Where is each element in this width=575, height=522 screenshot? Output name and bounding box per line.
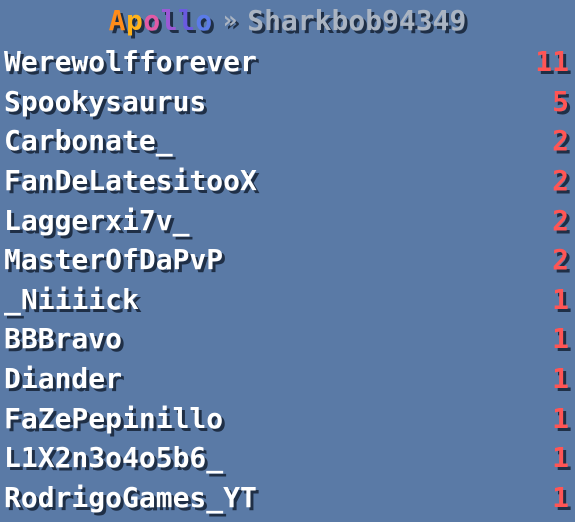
row-player-name: FanDeLatesitooX [4,164,257,198]
row-score: 1 [552,282,569,316]
scoreboard-row: _Niiiick 1 [0,280,575,320]
scoreboard-row: FanDeLatesitooX 2 [0,161,575,201]
row-player-name: BBBravo [4,322,123,356]
server-name-letter: p [125,3,144,37]
server-name-letter: l [160,3,179,37]
scoreboard-row: BBBravo 1 [0,319,575,359]
row-player-name: Diander [4,362,123,396]
row-player-name: Laggerxi7v_ [4,203,190,237]
row-score: 1 [552,322,569,356]
scoreboard-row: RodrigoGames_YT 1 [0,478,575,518]
row-score: 1 [552,441,569,475]
row-score: 1 [552,362,569,396]
separator-icon: » [222,6,238,34]
server-name: Apollo [109,4,213,37]
row-score: 2 [552,203,569,237]
scoreboard-header: Apollo » Sharkbob94349 [0,0,575,40]
row-score: 2 [552,164,569,198]
server-name-letter: A [108,3,126,37]
row-player-name: Spookysaurus [4,84,207,118]
scoreboard-row: Carbonate_ 2 [0,121,575,161]
row-score: 2 [552,124,569,158]
row-player-name: L1X2n3o4o5b6_ [4,441,224,475]
scoreboard-rows: Werewolfforever 11 Spookysaurus 5 Carbon… [0,42,575,517]
scoreboard-row: Werewolfforever 11 [0,42,575,82]
server-name-letter: l [178,3,196,37]
row-player-name: Carbonate_ [4,124,173,158]
scoreboard-row: FaZePepinillo 1 [0,398,575,438]
row-score: 1 [552,480,569,514]
row-score: 1 [552,401,569,435]
scoreboard-row: Laggerxi7v_ 2 [0,200,575,240]
row-score: 11 [535,45,569,79]
scoreboard-row: L1X2n3o4o5b6_ 1 [0,438,575,478]
row-score: 5 [552,84,569,118]
row-player-name: RodrigoGames_YT [4,480,257,514]
player-name: Sharkbob94349 [247,3,467,37]
row-score: 2 [552,243,569,277]
row-player-name: FaZePepinillo [4,401,224,435]
row-player-name: _Niiiick [4,282,139,316]
row-player-name: MasterOfDaPvP [4,243,224,277]
server-name-letter: o [143,3,161,37]
scoreboard-row: Diander 1 [0,359,575,399]
scoreboard-row: Spookysaurus 5 [0,82,575,122]
server-name-letter: o [195,3,213,37]
row-player-name: Werewolfforever [4,45,257,79]
scoreboard: Apollo » Sharkbob94349 Werewolfforever 1… [0,0,575,522]
scoreboard-row: MasterOfDaPvP 2 [0,240,575,280]
